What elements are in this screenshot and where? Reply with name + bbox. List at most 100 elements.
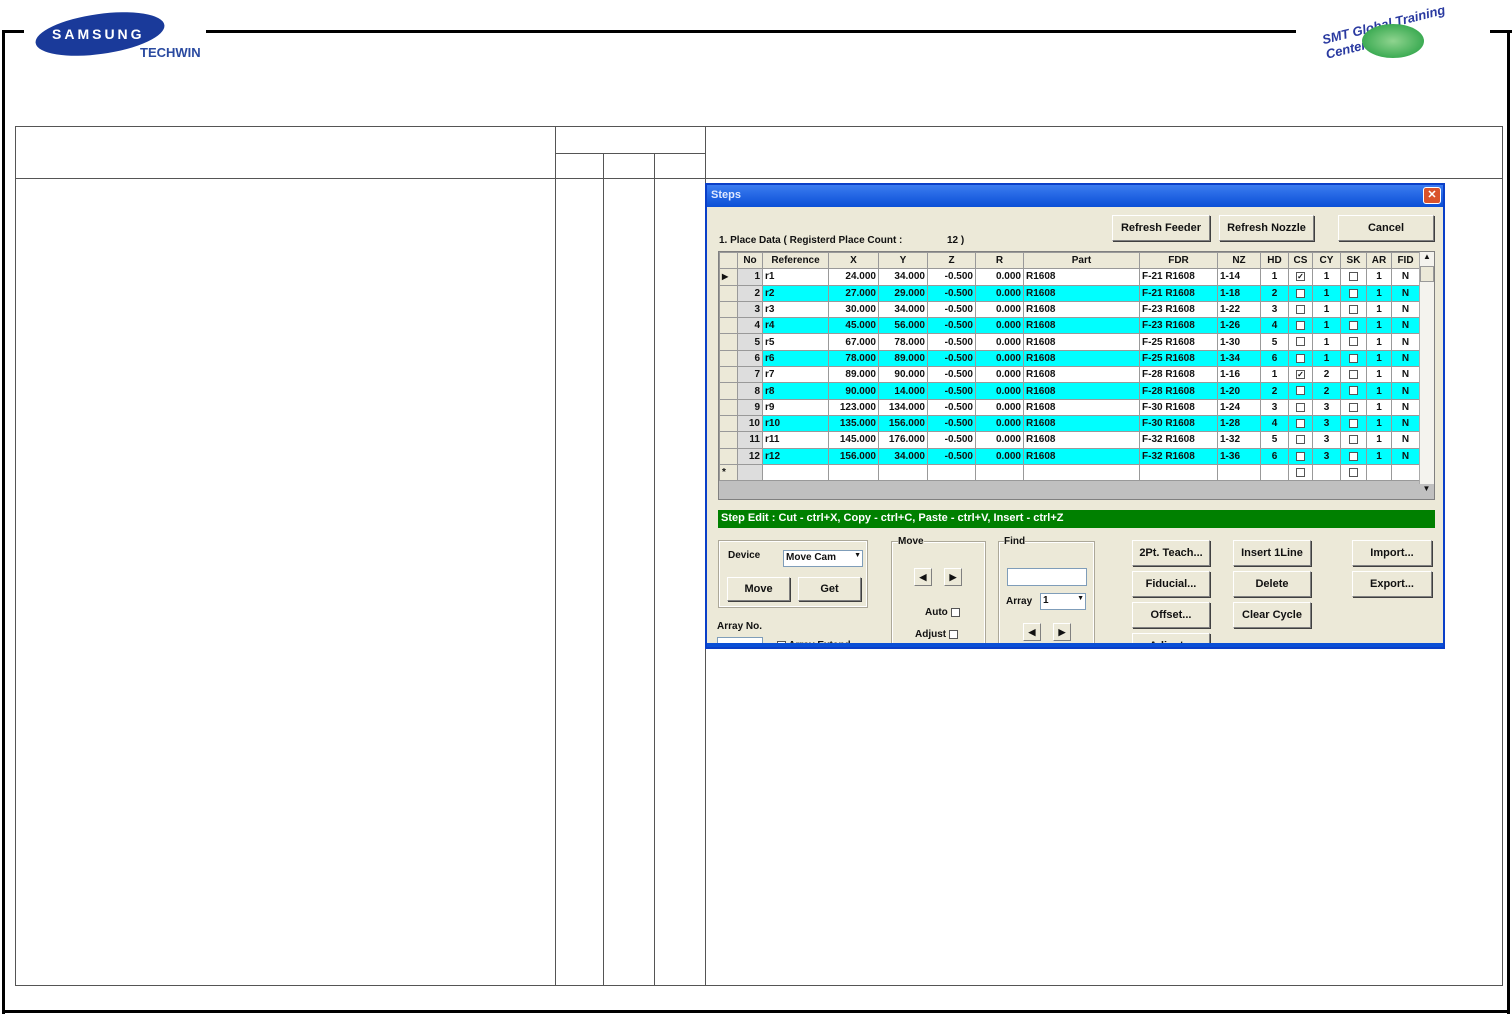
table-row[interactable]: ▶ 1 r1 24.000 34.000 -0.500 0.000 R1608 F-21 R16…	[719, 268, 1420, 286]
checkbox[interactable]	[1349, 418, 1358, 428]
column-header-x[interactable]: X	[828, 251, 879, 270]
cell-no[interactable]: 12	[737, 447, 763, 465]
table-row[interactable]: 7 r7 89.000 90.000 -0.500 0.000 R1608 F-28 R160…	[719, 366, 1420, 384]
empty-cell[interactable]	[1340, 463, 1367, 482]
export-button[interactable]: Export...	[1352, 571, 1432, 597]
cell-part[interactable]: R1608	[1023, 284, 1140, 302]
cell-part[interactable]: R1608	[1023, 333, 1140, 351]
offset-button[interactable]: Offset...	[1132, 602, 1210, 628]
cell-hd[interactable]: 3	[1260, 398, 1289, 416]
two-point-teach-button[interactable]: 2Pt. Teach...	[1132, 540, 1210, 566]
cell-cs[interactable]	[1288, 414, 1313, 433]
table-row[interactable]: 9 r9 123.000 134.000 -0.500 0.000 R1608 F-30 R1…	[719, 398, 1420, 416]
cell-reference[interactable]: r8	[762, 382, 829, 400]
cell-y[interactable]: 156.000	[878, 414, 928, 433]
cell-r[interactable]: 0.000	[975, 414, 1024, 433]
cell-sk[interactable]	[1340, 431, 1367, 449]
cell-part[interactable]: R1608	[1023, 382, 1140, 400]
insert-line-button[interactable]: Insert 1Line	[1233, 540, 1311, 566]
cell-y[interactable]: 89.000	[878, 349, 928, 368]
cell-fid[interactable]: N	[1391, 317, 1420, 335]
cell-reference[interactable]: r2	[762, 284, 829, 302]
empty-cell[interactable]	[1366, 463, 1392, 482]
cell-part[interactable]: R1608	[1023, 349, 1140, 368]
column-header-fdr[interactable]: FDR	[1139, 251, 1218, 270]
cell-no[interactable]: 9	[737, 398, 763, 416]
row-selector[interactable]	[719, 382, 738, 400]
cell-y[interactable]: 134.000	[878, 398, 928, 416]
checkbox[interactable]	[1296, 353, 1305, 363]
empty-cell[interactable]	[762, 463, 829, 482]
cell-cy[interactable]: 1	[1312, 268, 1341, 286]
checkbox[interactable]	[1349, 353, 1358, 363]
cell-cs[interactable]	[1288, 284, 1313, 302]
cell-fdr[interactable]: F-28 R1608	[1139, 366, 1218, 384]
cell-z[interactable]: -0.500	[927, 333, 976, 351]
table-row[interactable]: 8 r8 90.000 14.000 -0.500 0.000 R1608 F-28 R160…	[719, 382, 1420, 400]
column-header-nz[interactable]: NZ	[1217, 251, 1261, 270]
table-row[interactable]: 5 r5 67.000 78.000 -0.500 0.000 R1608 F-25 R160…	[719, 333, 1420, 351]
clear-cycle-button[interactable]: Clear Cycle	[1233, 602, 1311, 628]
cell-fdr[interactable]: F-32 R1608	[1139, 431, 1218, 449]
cell-x[interactable]: 67.000	[828, 333, 879, 351]
cell-fdr[interactable]: F-25 R1608	[1139, 333, 1218, 351]
cell-sk[interactable]	[1340, 398, 1367, 416]
cell-fid[interactable]: N	[1391, 268, 1420, 286]
row-selector[interactable]	[719, 414, 738, 433]
cell-hd[interactable]: 6	[1260, 447, 1289, 465]
cell-cy[interactable]: 1	[1312, 333, 1341, 351]
checkbox[interactable]	[1349, 435, 1358, 445]
cell-ar[interactable]: 1	[1366, 366, 1392, 384]
cell-cs[interactable]	[1288, 317, 1313, 335]
cell-no[interactable]: 10	[737, 414, 763, 433]
cell-hd[interactable]: 1	[1260, 268, 1289, 286]
cell-x[interactable]: 78.000	[828, 349, 879, 368]
column-header-no[interactable]: No	[737, 251, 763, 270]
cell-reference[interactable]: r6	[762, 349, 829, 368]
adjust-checkbox[interactable]: Adjust	[915, 629, 958, 640]
checkbox[interactable]	[1349, 337, 1358, 347]
refresh-feeder-button[interactable]: Refresh Feeder	[1112, 215, 1210, 241]
empty-cell[interactable]	[927, 463, 976, 482]
cell-cs[interactable]: ✓	[1288, 366, 1313, 384]
cell-fid[interactable]: N	[1391, 382, 1420, 400]
cell-sk[interactable]	[1340, 414, 1367, 433]
row-selector[interactable]: ▶	[719, 268, 738, 286]
cell-part[interactable]: R1608	[1023, 268, 1140, 286]
cell-part[interactable]: R1608	[1023, 317, 1140, 335]
cell-nz[interactable]: 1-14	[1217, 268, 1261, 286]
cell-no[interactable]: 8	[737, 382, 763, 400]
cell-cy[interactable]: 3	[1312, 414, 1341, 433]
cell-ar[interactable]: 1	[1366, 333, 1392, 351]
cell-nz[interactable]: 1-16	[1217, 366, 1261, 384]
column-header-cs[interactable]: CS	[1288, 251, 1313, 270]
cell-z[interactable]: -0.500	[927, 268, 976, 286]
scroll-up-icon[interactable]: ▲	[1420, 252, 1434, 266]
cell-cs[interactable]	[1288, 349, 1313, 368]
cell-no[interactable]: 6	[737, 349, 763, 368]
column-header-part[interactable]: Part	[1023, 251, 1140, 270]
cell-x[interactable]: 145.000	[828, 431, 879, 449]
checkbox[interactable]	[1296, 402, 1305, 412]
device-select[interactable]: Move Cam ▼	[783, 550, 863, 567]
cell-cy[interactable]: 1	[1312, 284, 1341, 302]
table-row[interactable]: 12 r12 156.000 34.000 -0.500 0.000 R1608 F-32 R…	[719, 447, 1420, 465]
cell-nz[interactable]: 1-22	[1217, 300, 1261, 319]
cell-nz[interactable]: 1-24	[1217, 398, 1261, 416]
cell-part[interactable]: R1608	[1023, 431, 1140, 449]
find-next-icon[interactable]: ▶	[1053, 623, 1071, 641]
cell-fdr[interactable]: F-32 R1608	[1139, 447, 1218, 465]
cell-no[interactable]: 7	[737, 366, 763, 384]
cell-reference[interactable]: r11	[762, 431, 829, 449]
cell-ar[interactable]: 1	[1366, 317, 1392, 335]
table-row[interactable]: 6 r6 78.000 89.000 -0.500 0.000 R1608 F-25 R160…	[719, 349, 1420, 368]
checkbox[interactable]	[1349, 386, 1358, 396]
empty-cell[interactable]	[828, 463, 879, 482]
scroll-thumb[interactable]	[1420, 266, 1434, 282]
auto-checkbox[interactable]: Auto	[925, 607, 960, 618]
cell-nz[interactable]: 1-20	[1217, 382, 1261, 400]
cell-sk[interactable]	[1340, 333, 1367, 351]
cell-fdr[interactable]: F-21 R1608	[1139, 268, 1218, 286]
cell-cy[interactable]: 2	[1312, 366, 1341, 384]
cell-reference[interactable]: r9	[762, 398, 829, 416]
